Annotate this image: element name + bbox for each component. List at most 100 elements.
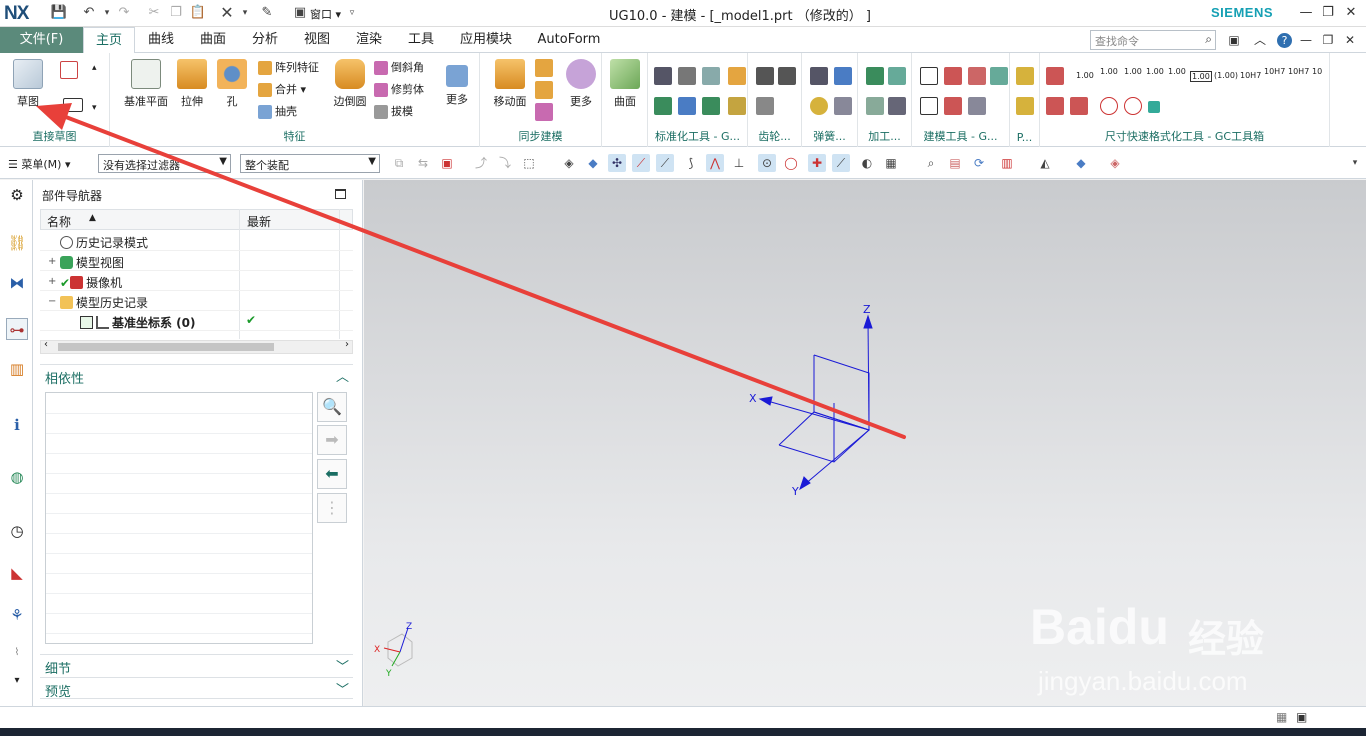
tab-autoform[interactable]: AutoForm: [532, 27, 606, 53]
type-filter-select[interactable]: 没有选择过滤器 ▼: [98, 154, 231, 173]
machining-tool-icon[interactable]: [866, 97, 884, 115]
selection-tool-icon[interactable]: ⤵: [496, 154, 514, 172]
dim-format-button[interactable]: 1.00: [1076, 71, 1094, 80]
edge-blend-button[interactable]: 边倒圆: [330, 59, 370, 109]
snap-tool-icon[interactable]: ✚: [808, 154, 826, 172]
spring-tool-icon[interactable]: [810, 97, 828, 115]
snap-tool-icon[interactable]: ◈: [560, 154, 578, 172]
gear-tool-icon[interactable]: [756, 67, 774, 85]
draft-button[interactable]: 拔模: [374, 103, 413, 119]
minimize-part-button[interactable]: —: [1297, 31, 1315, 49]
snap-tool-icon[interactable]: ⊙: [758, 154, 776, 172]
tab-view[interactable]: 视图: [296, 27, 338, 53]
snap-tool-icon[interactable]: ◆: [584, 154, 602, 172]
selection-tool-icon[interactable]: ⇆: [414, 154, 432, 172]
dim-format-button[interactable]: 1.00: [1146, 67, 1164, 76]
details-section[interactable]: 细节 ﹀: [40, 654, 353, 677]
gear-tool-icon[interactable]: [778, 67, 796, 85]
process-studio-icon[interactable]: ⚘: [6, 604, 28, 626]
snap-tool-icon[interactable]: ⊥: [730, 154, 748, 172]
search-button[interactable]: 🔍: [317, 392, 347, 422]
minimize-button[interactable]: —: [1296, 4, 1316, 22]
view-tool-icon[interactable]: ▤: [946, 154, 964, 172]
selection-tool-icon[interactable]: ▣: [438, 154, 456, 172]
move-face-button[interactable]: 移动面: [490, 59, 530, 109]
sketch-button[interactable]: 草图: [8, 59, 48, 109]
spring-tool-icon[interactable]: [810, 67, 828, 85]
snap-tool-icon[interactable]: ⋀: [706, 154, 724, 172]
spring-tool-icon[interactable]: [834, 67, 852, 85]
command-search-input[interactable]: 查找命令 ⌕: [1090, 30, 1216, 50]
full-screen-icon[interactable]: ▣: [1225, 31, 1243, 49]
modeling-tool-icon[interactable]: [920, 67, 938, 85]
column-name[interactable]: 名称: [47, 213, 71, 230]
tab-application[interactable]: 应用模块: [452, 27, 520, 53]
view-tool-icon[interactable]: ▥: [998, 154, 1016, 172]
gear-tool-icon[interactable]: [756, 97, 774, 115]
cut-icon[interactable]: ✂: [145, 4, 163, 22]
constraint-navigator-icon[interactable]: ⧓: [6, 272, 28, 294]
snap-tool-icon[interactable]: ⟆: [682, 154, 700, 172]
preview-section[interactable]: 预览 ﹀: [40, 677, 353, 700]
view-tool-icon[interactable]: ◆: [1072, 154, 1090, 172]
expand-icon[interactable]: +: [48, 276, 56, 287]
scroll-left-icon[interactable]: ‹: [44, 339, 48, 350]
tab-curve[interactable]: 曲线: [140, 27, 182, 53]
tree-row[interactable]: 历史记录模式: [40, 231, 353, 251]
dependency-section[interactable]: 相依性 ︿: [40, 364, 353, 387]
sort-icon[interactable]: ▲: [89, 213, 96, 223]
gc-tool-icon[interactable]: [654, 97, 672, 115]
sync-tool-icon[interactable]: [535, 103, 553, 121]
datum-plane-button[interactable]: 基准平面: [120, 59, 172, 109]
dim-format-button[interactable]: 10H7: [1288, 67, 1309, 76]
maximize-icon[interactable]: [335, 189, 346, 199]
rectangle-icon[interactable]: [63, 98, 83, 112]
tab-analysis[interactable]: 分析: [244, 27, 286, 53]
spring-tool-icon[interactable]: [834, 97, 852, 115]
tab-surface[interactable]: 曲面: [192, 27, 234, 53]
modeling-tool-icon[interactable]: [990, 67, 1008, 85]
trim-body-button[interactable]: 修剪体: [374, 81, 424, 97]
dim-format-button[interactable]: 10H7: [1240, 71, 1261, 80]
sync-tool-icon[interactable]: [535, 59, 553, 77]
hole-button[interactable]: 孔: [216, 59, 248, 109]
gc-tool-icon[interactable]: [678, 67, 696, 85]
dim-tool-icon[interactable]: [1100, 97, 1118, 115]
close-button[interactable]: ✕: [1341, 4, 1361, 22]
modeling-tool-icon[interactable]: [920, 97, 938, 115]
save-icon[interactable]: 💾: [50, 4, 68, 22]
chamfer-button[interactable]: 倒斜角: [374, 59, 424, 75]
gc-tool-icon[interactable]: [702, 67, 720, 85]
snap-tool-icon[interactable]: ◐: [858, 154, 876, 172]
snap-tool-icon[interactable]: ◯: [782, 154, 800, 172]
view-tool-icon[interactable]: ⟳: [970, 154, 988, 172]
tree-row[interactable]: 基准坐标系 (0) ✔: [40, 311, 353, 331]
close-part-button[interactable]: ✕: [1341, 31, 1359, 49]
expand-icon[interactable]: +: [48, 256, 56, 267]
back-button[interactable]: ⬅: [317, 459, 347, 489]
unite-button[interactable]: 合并 ▾: [258, 81, 306, 97]
modeling-tool-icon[interactable]: [944, 97, 962, 115]
history-icon[interactable]: ◷: [6, 520, 28, 542]
window-icon[interactable]: ▣: [290, 4, 310, 22]
gc-tool-icon[interactable]: [678, 97, 696, 115]
sync-more-button[interactable]: 更多: [564, 59, 598, 109]
paste-icon[interactable]: 📋: [189, 4, 207, 22]
customize-icon[interactable]: ▿: [343, 4, 361, 22]
scrollbar-thumb[interactable]: [58, 343, 274, 351]
tab-tools[interactable]: 工具: [400, 27, 442, 53]
machining-tool-icon[interactable]: [888, 97, 906, 115]
chevron-up-icon[interactable]: ︿: [336, 366, 349, 385]
scroll-right-icon[interactable]: ›: [345, 339, 349, 350]
tree-row[interactable]: − 模型历史记录: [40, 291, 353, 311]
selection-tool-icon[interactable]: ⤴: [472, 154, 490, 172]
window-menu[interactable]: 窗口 ▾: [310, 6, 341, 22]
pattern-feature-button[interactable]: 阵列特征: [258, 59, 319, 75]
view-tool-icon[interactable]: ◭: [1036, 154, 1054, 172]
selection-tool-icon[interactable]: ⧉: [390, 154, 408, 172]
snap-tool-icon[interactable]: ⟋: [632, 154, 650, 172]
dim-format-button[interactable]: (1.00): [1214, 71, 1238, 80]
dim-format-button[interactable]: 1.00: [1168, 67, 1186, 76]
dim-format-button[interactable]: 10: [1312, 67, 1322, 76]
file-menu[interactable]: 文件(F): [0, 27, 83, 53]
